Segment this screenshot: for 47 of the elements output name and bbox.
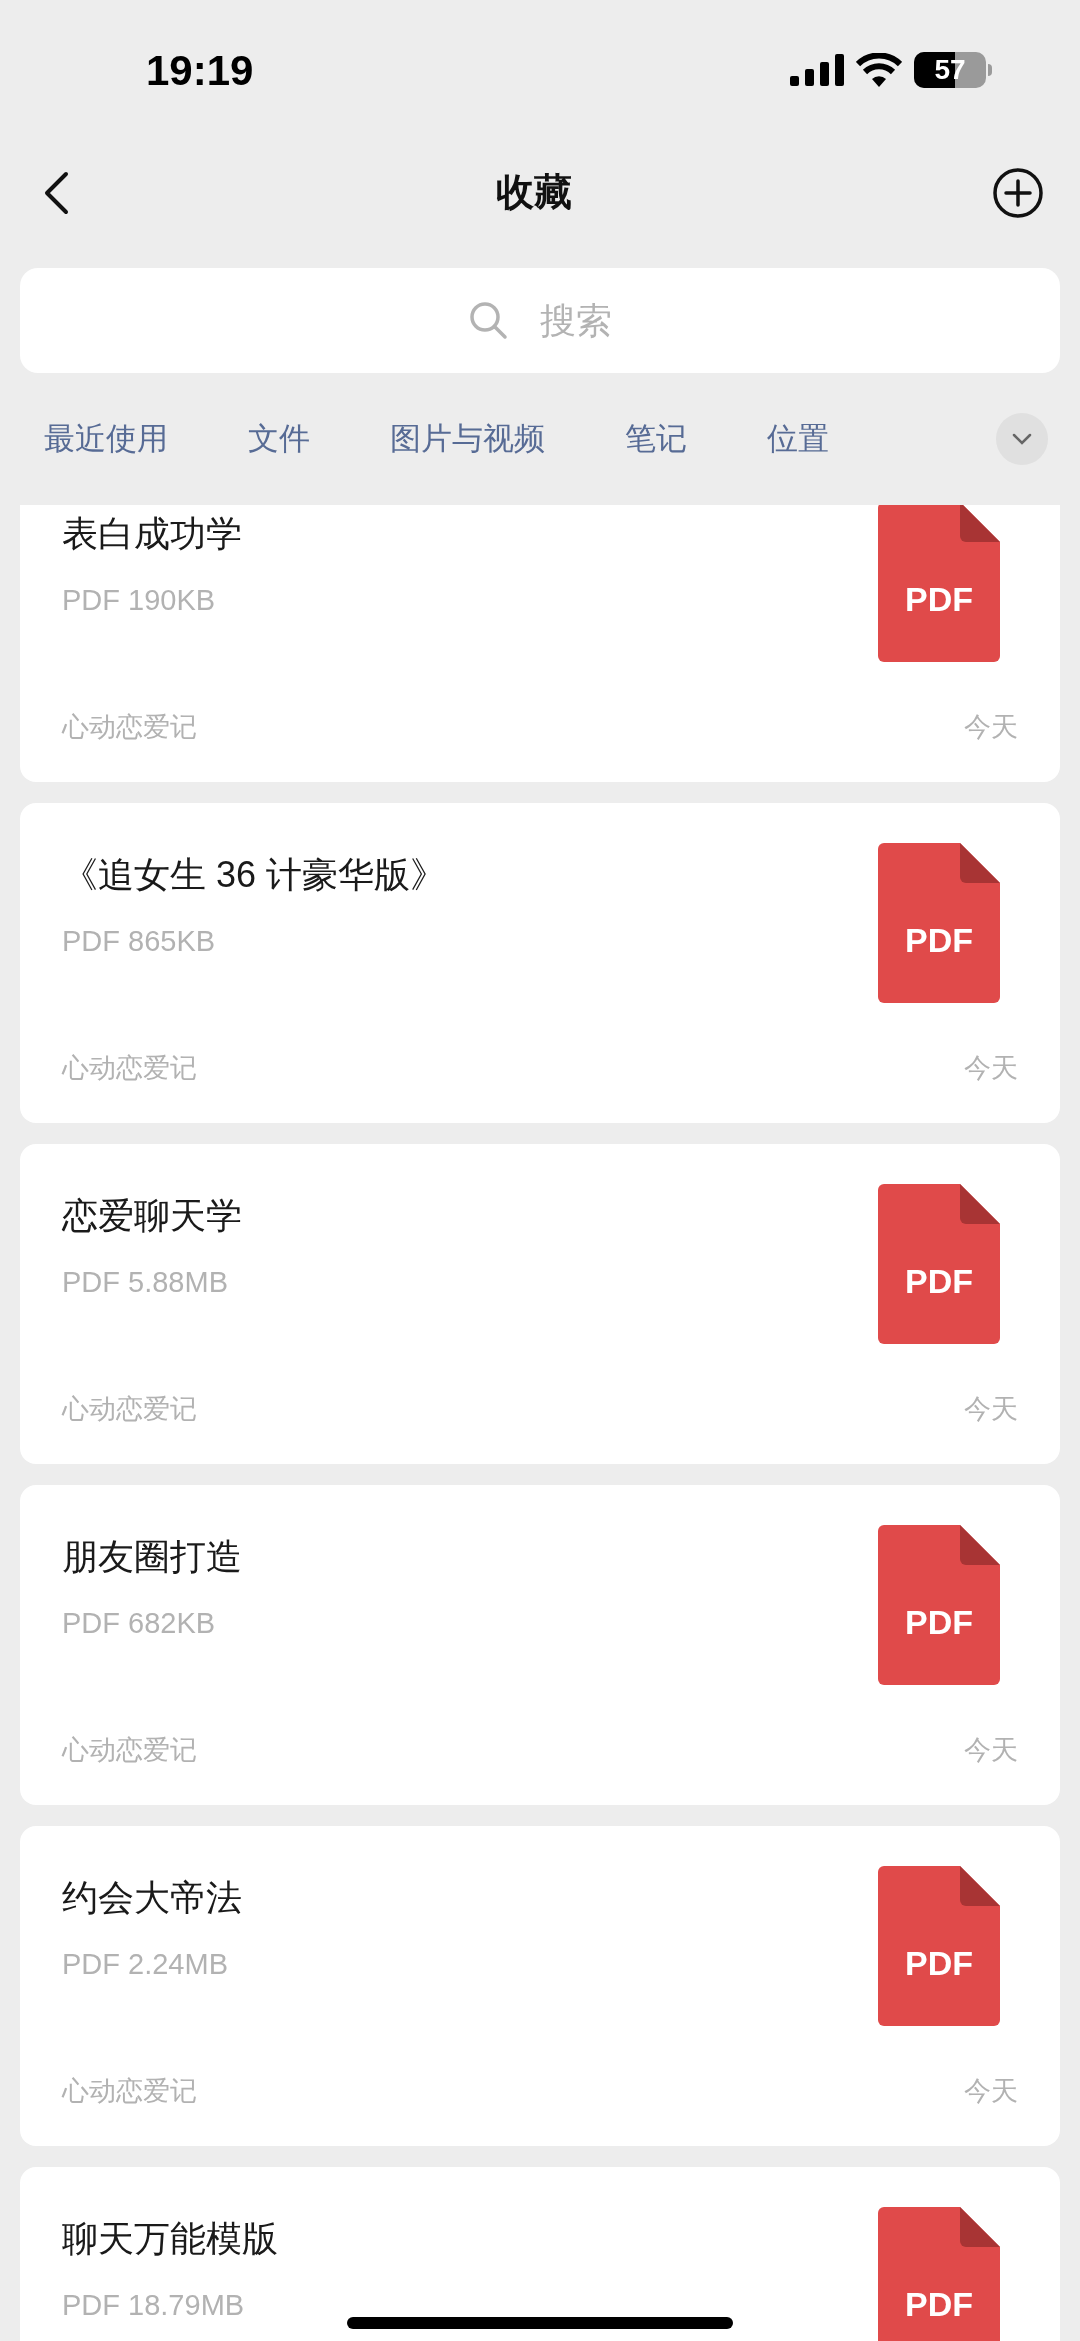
pdf-file-icon: PDF xyxy=(878,1525,1000,1685)
file-title: 表白成功学 xyxy=(62,512,242,556)
status-time: 19:19 xyxy=(146,45,254,96)
pdf-file-icon: PDF xyxy=(878,2207,1000,2341)
file-size: PDF 190KB xyxy=(62,583,216,618)
file-card[interactable]: 恋爱聊天学 PDF 5.88MB PDF 心动恋爱记 今天 xyxy=(20,1144,1060,1464)
file-size: PDF 865KB xyxy=(62,924,216,959)
file-size: PDF 2.24MB xyxy=(62,1947,228,1982)
category-tab[interactable]: 文件 xyxy=(248,415,310,463)
pdf-file-icon: PDF xyxy=(878,505,1000,662)
chevron-down-icon xyxy=(1011,432,1033,446)
pdf-file-icon: PDF xyxy=(878,843,1000,1003)
wifi-icon xyxy=(856,53,902,87)
source-label: 心动恋爱记 xyxy=(62,2075,197,2108)
file-card[interactable]: 《追女生 36 计豪华版》 PDF 865KB PDF 心动恋爱记 今天 xyxy=(20,803,1060,1123)
file-card[interactable]: 表白成功学 PDF 190KB PDF 心动恋爱记 今天 xyxy=(20,505,1060,782)
search-icon xyxy=(468,300,508,340)
date-label: 今天 xyxy=(964,1052,1018,1085)
page-title: 收藏 xyxy=(496,170,572,215)
add-button[interactable] xyxy=(992,166,1044,219)
source-label: 心动恋爱记 xyxy=(62,1052,197,1085)
file-title: 恋爱聊天学 xyxy=(62,1194,242,1238)
date-label: 今天 xyxy=(964,1393,1018,1426)
file-size: PDF 18.79MB xyxy=(62,2288,245,2323)
source-label: 心动恋爱记 xyxy=(62,1734,197,1767)
category-tab[interactable]: 图片与视频 xyxy=(390,415,545,463)
pdf-file-icon: PDF xyxy=(878,1184,1000,1344)
date-label: 今天 xyxy=(964,2075,1018,2108)
file-card[interactable]: 约会大帝法 PDF 2.24MB PDF 心动恋爱记 今天 xyxy=(20,1826,1060,2146)
file-title: 《追女生 36 计豪华版》 xyxy=(62,853,447,897)
pdf-file-icon: PDF xyxy=(878,1866,1000,2026)
category-tab[interactable]: 位置 xyxy=(767,415,829,463)
file-card[interactable]: 朋友圈打造 PDF 682KB PDF 心动恋爱记 今天 xyxy=(20,1485,1060,1805)
file-title: 朋友圈打造 xyxy=(62,1535,242,1579)
signal-icon xyxy=(790,54,844,86)
search-field[interactable]: 搜索 xyxy=(20,268,1060,373)
file-title: 聊天万能模版 xyxy=(62,2217,278,2261)
source-label: 心动恋爱记 xyxy=(62,711,197,744)
category-tab[interactable]: 最近使用 xyxy=(44,415,168,463)
date-label: 今天 xyxy=(964,711,1018,744)
file-size: PDF 682KB xyxy=(62,1606,216,1641)
file-card[interactable]: 聊天万能模版 PDF 18.79MB PDF xyxy=(20,2167,1060,2341)
source-label: 心动恋爱记 xyxy=(62,1393,197,1426)
file-size: PDF 5.88MB xyxy=(62,1265,228,1300)
date-label: 今天 xyxy=(964,1734,1018,1767)
file-title: 约会大帝法 xyxy=(62,1876,242,1920)
category-tab[interactable]: 笔记 xyxy=(625,415,687,463)
